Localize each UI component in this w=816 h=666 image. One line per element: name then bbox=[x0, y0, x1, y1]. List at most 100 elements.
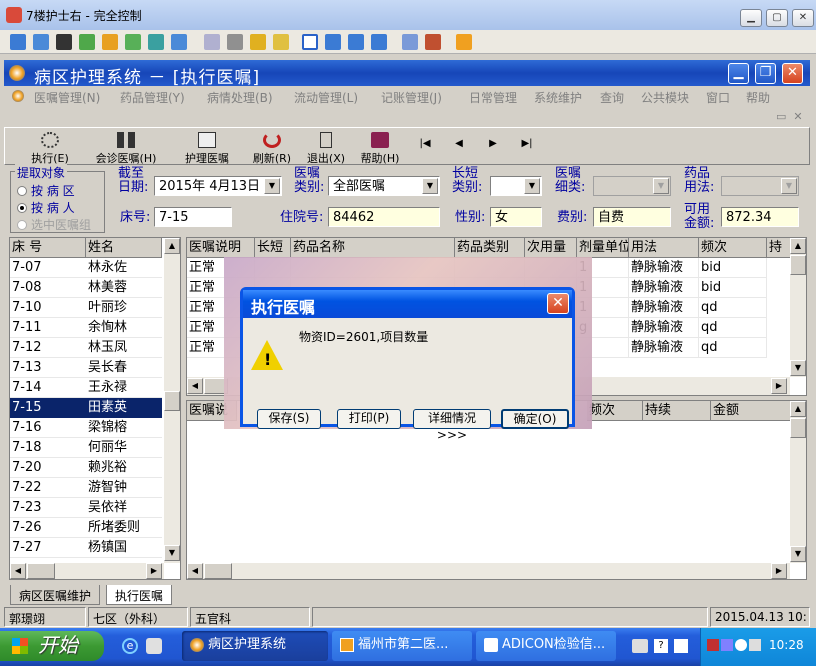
patient-row[interactable]: 7-18 何丽华 bbox=[10, 438, 162, 458]
app-restore-button[interactable]: ❐ bbox=[755, 63, 776, 84]
fullscreen-icon[interactable] bbox=[302, 34, 318, 50]
patient-row[interactable]: 7-26 所堵委则 bbox=[10, 518, 162, 538]
menu-public[interactable]: 公共模块 bbox=[641, 89, 689, 106]
app-minimize-button[interactable]: ▁ bbox=[728, 63, 749, 84]
patient-header-name[interactable]: 姓名 bbox=[86, 238, 162, 258]
duration-select[interactable]: ▼ bbox=[490, 176, 542, 196]
task-fuzhou-hospital[interactable]: 福州市第二医... bbox=[332, 631, 472, 661]
order-type-select[interactable]: 全部医嘱 ▼ bbox=[328, 176, 440, 196]
radio-by-ward[interactable]: 按 病 区 bbox=[17, 182, 75, 199]
upload-icon[interactable] bbox=[204, 34, 220, 50]
patient-header-bed[interactable]: 床 号 bbox=[10, 238, 86, 258]
copy-icon[interactable] bbox=[402, 34, 418, 50]
tray-clock[interactable]: 10:28 bbox=[769, 638, 804, 652]
patient-vscroll[interactable]: ▲ ▼ bbox=[164, 238, 180, 563]
order-scroll-down[interactable]: ▼ bbox=[790, 360, 806, 376]
tray-app-icon[interactable] bbox=[721, 639, 733, 651]
patient-row[interactable]: 7-14 王永禄 bbox=[10, 378, 162, 398]
patient-hscroll-thumb[interactable] bbox=[27, 563, 55, 579]
order-header-0[interactable]: 医嘱说明 bbox=[187, 238, 255, 258]
menu-help[interactable]: 帮助 bbox=[746, 89, 770, 106]
task-nursing-system[interactable]: 病区护理系统 bbox=[182, 631, 328, 661]
tab-ward-order-maintenance[interactable]: 病区医嘱维护 bbox=[10, 585, 101, 605]
quick-launch-icon[interactable] bbox=[146, 638, 162, 654]
outer-maximize-button[interactable]: ▢ bbox=[766, 9, 788, 27]
outer-close-button[interactable]: ✕ bbox=[792, 9, 814, 27]
network-icon[interactable] bbox=[227, 34, 243, 50]
monitor-icon[interactable] bbox=[10, 34, 26, 50]
patient-scroll-left[interactable]: ◀ bbox=[10, 563, 26, 579]
menu-daily[interactable]: 日常管理 bbox=[469, 89, 517, 106]
order-scroll-right[interactable]: ▶ bbox=[771, 378, 787, 394]
order-scroll-left[interactable]: ◀ bbox=[187, 378, 203, 394]
tray-security-icon[interactable] bbox=[735, 639, 747, 651]
patient-scroll-up[interactable]: ▲ bbox=[164, 238, 180, 254]
order-header-1[interactable]: 长短 bbox=[255, 238, 291, 258]
patient-row[interactable]: 7-27 杨镇国 bbox=[10, 538, 162, 558]
screen-icon[interactable] bbox=[33, 34, 49, 50]
detail-hscroll-thumb[interactable] bbox=[204, 563, 232, 579]
outer-minimize-button[interactable]: ▁ bbox=[740, 9, 762, 27]
phone-icon[interactable] bbox=[148, 34, 164, 50]
next-record-button[interactable]: ▶ bbox=[481, 138, 505, 149]
menu-drug-mgmt[interactable]: 药品管理(Y) bbox=[120, 89, 185, 106]
patient-row[interactable]: 7-11 余恂林 bbox=[10, 318, 162, 338]
minimize-all-icon[interactable] bbox=[674, 639, 688, 653]
menu-billing[interactable]: 记账管理(J) bbox=[381, 89, 442, 106]
consult-order-button[interactable]: 会诊医嘱(H) bbox=[91, 132, 161, 166]
detail-scroll-thumb[interactable] bbox=[790, 418, 806, 438]
tools-icon[interactable] bbox=[425, 34, 441, 50]
last-record-button[interactable]: ▶| bbox=[515, 138, 539, 149]
execute-button[interactable]: 执行(E) bbox=[25, 132, 75, 166]
detail-header-freq[interactable]: 频次 bbox=[587, 401, 643, 421]
tray-volume-icon[interactable] bbox=[749, 639, 761, 651]
unlock-icon[interactable] bbox=[273, 34, 289, 50]
detail-scroll-right[interactable]: ▶ bbox=[771, 563, 787, 579]
keyboard-icon[interactable] bbox=[632, 639, 648, 653]
patient-row[interactable]: 7-12 林玉凤 bbox=[10, 338, 162, 358]
help-icon[interactable]: ? bbox=[654, 639, 668, 653]
scale-icon[interactable] bbox=[371, 34, 387, 50]
patient-row[interactable]: 7-15 田素英 bbox=[10, 398, 162, 418]
dialog-save-button[interactable]: 保存(S) bbox=[257, 409, 321, 429]
window-icon[interactable] bbox=[348, 34, 364, 50]
help-button[interactable]: 帮助(H) bbox=[355, 132, 405, 166]
patient-scroll-thumb[interactable] bbox=[164, 391, 180, 411]
nursing-order-button[interactable]: 护理医嘱 bbox=[177, 132, 237, 166]
tray-network-icon[interactable] bbox=[707, 639, 719, 651]
app-close-button[interactable]: ✕ bbox=[782, 63, 803, 84]
order-header-3[interactable]: 药品类别 bbox=[455, 238, 525, 258]
task-adicon-lab[interactable]: ADICON检验信... bbox=[476, 631, 616, 661]
patient-row[interactable]: 7-23 吴依祥 bbox=[10, 498, 162, 518]
bed-number-field[interactable]: 7-15 bbox=[154, 207, 232, 227]
patient-row[interactable]: 7-10 叶丽珍 bbox=[10, 298, 162, 318]
detail-vscroll[interactable]: ▲ ▼ bbox=[790, 401, 806, 563]
ie-icon[interactable]: e bbox=[122, 638, 138, 654]
exit-button[interactable]: 退出(X) bbox=[301, 132, 351, 166]
detail-hscroll[interactable]: ◀ ▶ bbox=[187, 563, 790, 579]
cutoff-date-picker[interactable]: 2015年 4月13日 ▼ bbox=[154, 176, 282, 196]
patient-row[interactable]: 7-13 吴长春 bbox=[10, 358, 162, 378]
refresh-button[interactable]: 刷新(R) bbox=[247, 132, 297, 166]
patient-row[interactable]: 7-08 林美蓉 bbox=[10, 278, 162, 298]
message-icon[interactable] bbox=[171, 34, 187, 50]
detail-scroll-down[interactable]: ▼ bbox=[790, 546, 806, 562]
order-header-2[interactable]: 药品名称 bbox=[291, 238, 455, 258]
order-scroll-thumb[interactable] bbox=[790, 255, 806, 275]
lock-icon[interactable] bbox=[250, 34, 266, 50]
detail-scroll-up[interactable]: ▲ bbox=[790, 401, 806, 417]
transfer-icon[interactable] bbox=[79, 34, 95, 50]
duration-dropdown-icon[interactable]: ▼ bbox=[524, 178, 540, 194]
first-record-button[interactable]: |◀ bbox=[413, 138, 437, 149]
patient-row[interactable]: 7-16 梁锦榕 bbox=[10, 418, 162, 438]
chat-icon[interactable] bbox=[125, 34, 141, 50]
prev-record-button[interactable]: ◀ bbox=[447, 138, 471, 149]
order-header-5[interactable]: 剂量单位 bbox=[577, 238, 629, 258]
dialog-ok-button[interactable]: 确定(O) bbox=[501, 409, 569, 429]
menu-order-mgmt[interactable]: 医嘱管理(N) bbox=[34, 89, 100, 106]
detail-header-amount[interactable]: 金额 bbox=[711, 401, 791, 421]
menu-window[interactable]: 窗口 bbox=[706, 89, 730, 106]
tab-execute-order[interactable]: 执行医嘱 bbox=[106, 585, 173, 605]
detail-scroll-left[interactable]: ◀ bbox=[187, 563, 203, 579]
patient-scroll-right[interactable]: ▶ bbox=[146, 563, 162, 579]
